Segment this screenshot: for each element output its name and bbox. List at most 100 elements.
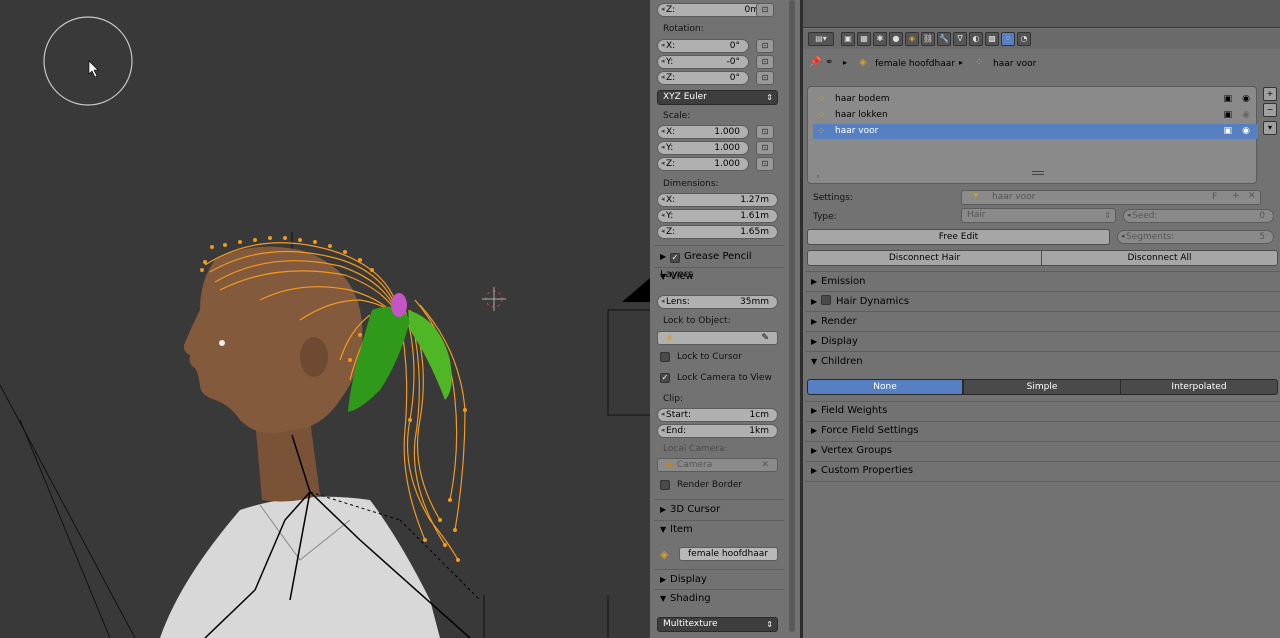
scale-y-field[interactable]: ◂ Y: 1.000 bbox=[657, 141, 749, 155]
data-tab-icon[interactable]: ∇ bbox=[953, 32, 967, 46]
visibility-eye-icon[interactable]: ◉ bbox=[1242, 92, 1250, 107]
clear-field-icon[interactable]: ✕ bbox=[761, 460, 769, 470]
segments-field[interactable]: ◂ Segments: 5 bbox=[1117, 230, 1274, 244]
scrollbar-thumb[interactable] bbox=[789, 0, 795, 632]
render-border-checkbox[interactable] bbox=[660, 480, 670, 490]
lock-rotation-y-icon[interactable]: ⊡ bbox=[756, 55, 774, 69]
remove-slot-icon[interactable]: − bbox=[1263, 103, 1277, 117]
list-item[interactable]: ⁘ haar voor ▣ ◉ bbox=[813, 124, 1258, 139]
display-panel-header[interactable]: ▶ Display bbox=[811, 333, 858, 351]
properties-sidebar: ◂ Z: 0m ⊡ Rotation: ◂ X: 0° ⊡ ◂ Y: -0° ⊡ ◂ Z: 0°… bbox=[650, 0, 786, 638]
lock-scale-z-icon[interactable]: ⊡ bbox=[756, 157, 774, 171]
hair-dynamics-panel-header[interactable]: ▶ Hair Dynamics bbox=[811, 293, 909, 311]
render-toggle-icon[interactable]: ▣ bbox=[1223, 92, 1232, 107]
sidebar-scrollbar[interactable] bbox=[786, 0, 800, 638]
hair-dynamics-checkbox[interactable] bbox=[821, 295, 831, 305]
particle-settings-icon: ⁘▾ bbox=[966, 191, 979, 201]
layers-tab-icon[interactable]: ▦ bbox=[857, 32, 871, 46]
eyedropper-icon[interactable]: ✎ bbox=[761, 333, 769, 343]
visibility-eye-icon[interactable]: ◉ bbox=[1242, 108, 1250, 123]
location-z-field[interactable]: ◂ Z: 0m bbox=[657, 3, 768, 17]
dimensions-z-field[interactable]: ◂ Z: 1.65m bbox=[657, 225, 778, 239]
seed-field[interactable]: ◂ Seed: 0 bbox=[1123, 209, 1274, 223]
breadcrumb-arrow-icon: ▸ bbox=[843, 58, 848, 67]
list-item[interactable]: ⁘ haar lokken ▣ ◉ bbox=[813, 108, 1258, 123]
children-none-tab[interactable]: None bbox=[807, 379, 963, 395]
list-item[interactable]: ⁘ haar bodem ▣ ◉ bbox=[813, 92, 1258, 107]
fake-user-button[interactable]: F bbox=[1212, 192, 1217, 202]
pin-icon[interactable]: 📌 bbox=[809, 57, 821, 68]
children-panel-header[interactable]: ▼ Children bbox=[811, 353, 863, 371]
editor-type-icon[interactable]: ▤▾ bbox=[808, 32, 834, 46]
item-panel-header[interactable]: ▼ Item bbox=[660, 521, 693, 539]
disconnect-all-button[interactable]: Disconnect All bbox=[1041, 250, 1278, 266]
modifiers-tab-icon[interactable]: 🔧 bbox=[937, 32, 951, 46]
local-camera-label: Local Camera: bbox=[663, 444, 728, 454]
scale-x-field[interactable]: ◂ X: 1.000 bbox=[657, 125, 749, 139]
lock-location-z-icon[interactable]: ⊡ bbox=[756, 3, 774, 17]
object-tab-icon[interactable]: ◈ bbox=[905, 32, 919, 46]
list-resize-handle[interactable] bbox=[1032, 171, 1044, 175]
lock-camera-to-view-checkbox[interactable]: ✓ bbox=[660, 373, 670, 383]
clip-end-field[interactable]: ◂ End: 1km bbox=[657, 424, 778, 438]
scene-tab-icon[interactable]: ✱ bbox=[873, 32, 887, 46]
display-panel-header[interactable]: ▶ Display bbox=[660, 571, 707, 589]
clip-start-field[interactable]: ◂ Start: 1cm bbox=[657, 408, 778, 422]
dimensions-y-field[interactable]: ◂ Y: 1.61m bbox=[657, 209, 778, 223]
custom-properties-panel-header[interactable]: ▶ Custom Properties bbox=[811, 462, 913, 480]
scale-z-field[interactable]: ◂ Z: 1.000 bbox=[657, 157, 749, 171]
view-panel-header[interactable]: ▼ View bbox=[660, 268, 694, 286]
lock-rotation-z-icon[interactable]: ⊡ bbox=[756, 71, 774, 85]
rotation-mode-dropdown[interactable]: XYZ Euler ⇕ bbox=[657, 90, 778, 105]
type-dropdown[interactable]: Hair ⇕ bbox=[961, 208, 1116, 223]
vertex-groups-panel-header[interactable]: ▶ Vertex Groups bbox=[811, 442, 892, 460]
unlink-settings-icon[interactable]: ✕ bbox=[1248, 191, 1256, 201]
link-icon: ⚭ bbox=[825, 57, 834, 68]
item-name-field[interactable]: female hoofdhaar bbox=[679, 547, 778, 561]
shading-panel-header[interactable]: ▼ Shading bbox=[660, 590, 711, 608]
free-edit-button[interactable]: Free Edit bbox=[807, 229, 1110, 245]
local-camera-field[interactable]: ◈ Camera ✕ bbox=[657, 458, 778, 472]
render-toggle-icon[interactable]: ▣ bbox=[1223, 108, 1232, 123]
dropdown-caret-icon: ⇕ bbox=[1104, 211, 1111, 220]
lock-object-field[interactable]: ◈ ✎ bbox=[657, 331, 778, 345]
3d-cursor-panel-header[interactable]: ▶ 3D Cursor bbox=[660, 501, 720, 519]
physics-tab-icon[interactable]: ◔ bbox=[1017, 32, 1031, 46]
lock-rotation-x-icon[interactable]: ⊡ bbox=[756, 39, 774, 53]
dimensions-x-field[interactable]: ◂ X: 1.27m bbox=[657, 193, 778, 207]
lock-scale-y-icon[interactable]: ⊡ bbox=[756, 141, 774, 155]
lens-field[interactable]: ◂ Lens: 35mm bbox=[657, 295, 778, 309]
world-tab-icon[interactable]: ● bbox=[889, 32, 903, 46]
render-panel-header[interactable]: ▶ Render bbox=[811, 313, 857, 331]
object-icon: ◈ bbox=[859, 57, 867, 68]
children-interpolated-tab[interactable]: Interpolated bbox=[1120, 379, 1278, 395]
rotation-x-field[interactable]: ◂ X: 0° bbox=[657, 39, 749, 53]
visibility-eye-icon[interactable]: ◉ bbox=[1242, 124, 1250, 139]
particles-tab-icon[interactable]: ⁘ bbox=[1001, 32, 1015, 46]
settings-datablock-field[interactable]: ⁘▾ haar voor F + ✕ bbox=[961, 190, 1261, 205]
particle-system-list[interactable]: ⁘ haar bodem ▣ ◉ ⁘ haar lokken ▣ ◉ ⁘ haar voor ▣… bbox=[807, 86, 1258, 184]
list-filter-icon[interactable]: ◦ bbox=[816, 173, 820, 181]
properties-header: ▤▾ ▣ ▦ ✱ ● ◈ ⛓ 🔧 ∇ ◐ ▩ ⁘ ◔ bbox=[803, 29, 1280, 49]
texture-tab-icon[interactable]: ▩ bbox=[985, 32, 999, 46]
lock-scale-x-icon[interactable]: ⊡ bbox=[756, 125, 774, 139]
grease-pencil-panel-header[interactable]: ▶ ✓ Grease Pencil Layers bbox=[660, 248, 786, 280]
add-slot-icon[interactable]: + bbox=[1263, 87, 1277, 101]
3d-viewport[interactable] bbox=[0, 0, 650, 638]
grease-pencil-checkbox[interactable]: ✓ bbox=[670, 253, 680, 263]
force-field-settings-panel-header[interactable]: ▶ Force Field Settings bbox=[811, 422, 919, 440]
disconnect-hair-button[interactable]: Disconnect Hair bbox=[807, 250, 1042, 266]
render-toggle-icon[interactable]: ▣ bbox=[1223, 124, 1232, 139]
emission-panel-header[interactable]: ▶ Emission bbox=[811, 273, 866, 291]
material-tab-icon[interactable]: ◐ bbox=[969, 32, 983, 46]
field-weights-panel-header[interactable]: ▶ Field Weights bbox=[811, 402, 887, 420]
shading-mode-dropdown[interactable]: Multitexture ⇕ bbox=[657, 617, 778, 632]
constraints-tab-icon[interactable]: ⛓ bbox=[921, 32, 935, 46]
children-simple-tab[interactable]: Simple bbox=[963, 379, 1121, 395]
new-settings-icon[interactable]: + bbox=[1232, 191, 1240, 201]
rotation-y-field[interactable]: ◂ Y: -0° bbox=[657, 55, 749, 69]
lock-to-cursor-checkbox[interactable] bbox=[660, 352, 670, 362]
specials-menu-icon[interactable]: ▾ bbox=[1263, 121, 1277, 135]
render-tab-icon[interactable]: ▣ bbox=[841, 32, 855, 46]
rotation-z-field[interactable]: ◂ Z: 0° bbox=[657, 71, 749, 85]
